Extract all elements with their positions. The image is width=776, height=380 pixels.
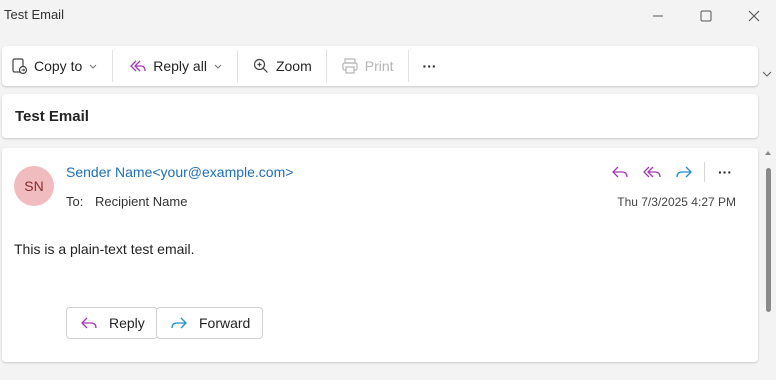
reply-all-button[interactable]: Reply all — [119, 50, 231, 82]
reply-icon — [612, 166, 628, 178]
avatar[interactable]: SN — [14, 166, 54, 206]
reply-action-button[interactable] — [604, 158, 636, 186]
forward-action-button[interactable] — [668, 158, 700, 186]
subject-card: Test Email — [2, 94, 758, 138]
print-label: Print — [364, 58, 394, 74]
copy-to-button[interactable]: Copy to — [2, 50, 106, 82]
printer-icon — [341, 57, 359, 75]
subject-title: Test Email — [15, 108, 89, 125]
forward-button[interactable]: Forward — [156, 307, 264, 339]
recipient-line: To: Recipient Name — [66, 194, 187, 209]
title-bar: Test Email — [0, 0, 776, 32]
message-more-button[interactable]: ··· — [709, 158, 741, 186]
window-title: Test Email — [4, 7, 64, 22]
close-button[interactable] — [738, 4, 770, 28]
toolbar-divider — [236, 50, 238, 82]
message-date: Thu 7/3/2025 4:27 PM — [617, 195, 736, 209]
toolbar-divider — [325, 50, 327, 82]
more-icon: ··· — [718, 164, 732, 180]
expand-ribbon-chevron-icon[interactable] — [761, 68, 773, 80]
sender-name[interactable]: Sender Name<your@example.com> — [66, 164, 293, 180]
scroll-up-arrow-icon[interactable] — [765, 150, 771, 158]
reply-all-icon — [127, 58, 147, 74]
zoom-label: Zoom — [275, 58, 312, 74]
message-actions: ··· — [604, 158, 741, 186]
zoom-icon — [252, 57, 270, 75]
more-options-button[interactable]: ··· — [415, 50, 445, 82]
close-icon — [748, 10, 760, 22]
print-button[interactable]: Print — [333, 50, 402, 82]
forward-label: Forward — [199, 315, 251, 331]
reply-all-label: Reply all — [153, 58, 207, 74]
forward-icon — [676, 166, 692, 178]
maximize-button[interactable] — [690, 4, 722, 28]
chevron-down-icon — [213, 61, 223, 71]
toolbar: Copy to Reply all Zoom Print ··· — [2, 46, 758, 86]
maximize-icon — [700, 10, 712, 22]
minimize-button[interactable] — [642, 4, 674, 28]
message-card: SN Sender Name<your@example.com> To: Rec… — [2, 148, 758, 362]
reply-all-action-button[interactable] — [636, 158, 668, 186]
reply-icon — [79, 315, 99, 331]
to-label: To: — [66, 194, 84, 209]
forward-icon — [169, 315, 189, 331]
toolbar-divider — [407, 50, 409, 82]
avatar-initials: SN — [24, 178, 44, 194]
reply-label: Reply — [109, 315, 145, 331]
recipient-name[interactable]: Recipient Name — [95, 194, 188, 209]
copy-to-label: Copy to — [34, 58, 83, 74]
reply-all-icon — [643, 166, 661, 178]
minimize-icon — [653, 15, 663, 17]
copy-to-icon — [10, 57, 28, 75]
scrollbar-thumb[interactable] — [766, 168, 771, 312]
more-icon: ··· — [422, 58, 437, 74]
message-body: This is a plain-text test email. — [14, 241, 195, 257]
reply-button[interactable]: Reply — [66, 307, 158, 339]
scrollbar[interactable] — [765, 150, 771, 380]
chevron-down-icon — [88, 61, 98, 71]
zoom-button[interactable]: Zoom — [244, 50, 320, 82]
actions-divider — [704, 162, 705, 182]
toolbar-divider — [112, 50, 114, 82]
